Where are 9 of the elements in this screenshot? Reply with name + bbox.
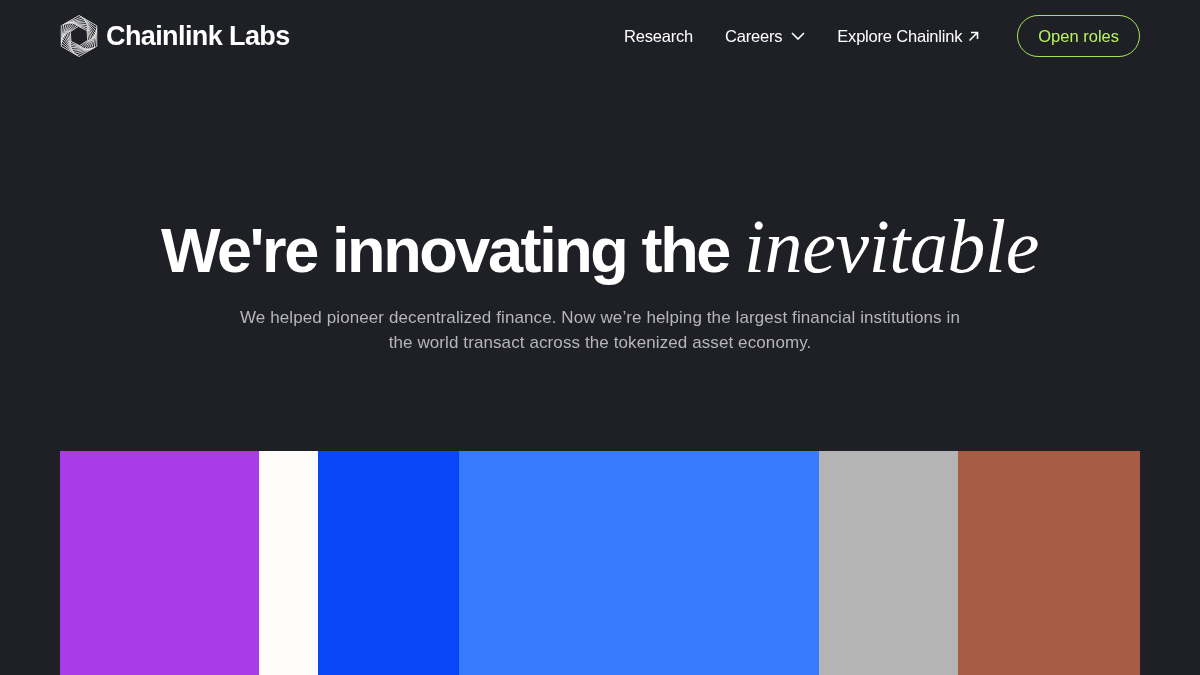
brand-name[interactable]: Chainlink Labs xyxy=(106,20,290,52)
arrow-up-right-icon xyxy=(968,30,980,42)
nav-link[interactable]: Careers xyxy=(725,26,806,46)
logo-icon[interactable] xyxy=(60,15,98,57)
hero-subtitle: We helped pioneer decentralized finance. Now we’re helping the largest financial institutions in the world transact across the tokenized asset economy. xyxy=(239,307,961,354)
nav-link[interactable]: Explore Chainlink xyxy=(837,26,980,46)
chevron-down-icon xyxy=(791,32,806,40)
nav-link[interactable]: Research xyxy=(623,26,693,46)
hero-heading: We're innovating the inevitable xyxy=(160,207,1039,290)
